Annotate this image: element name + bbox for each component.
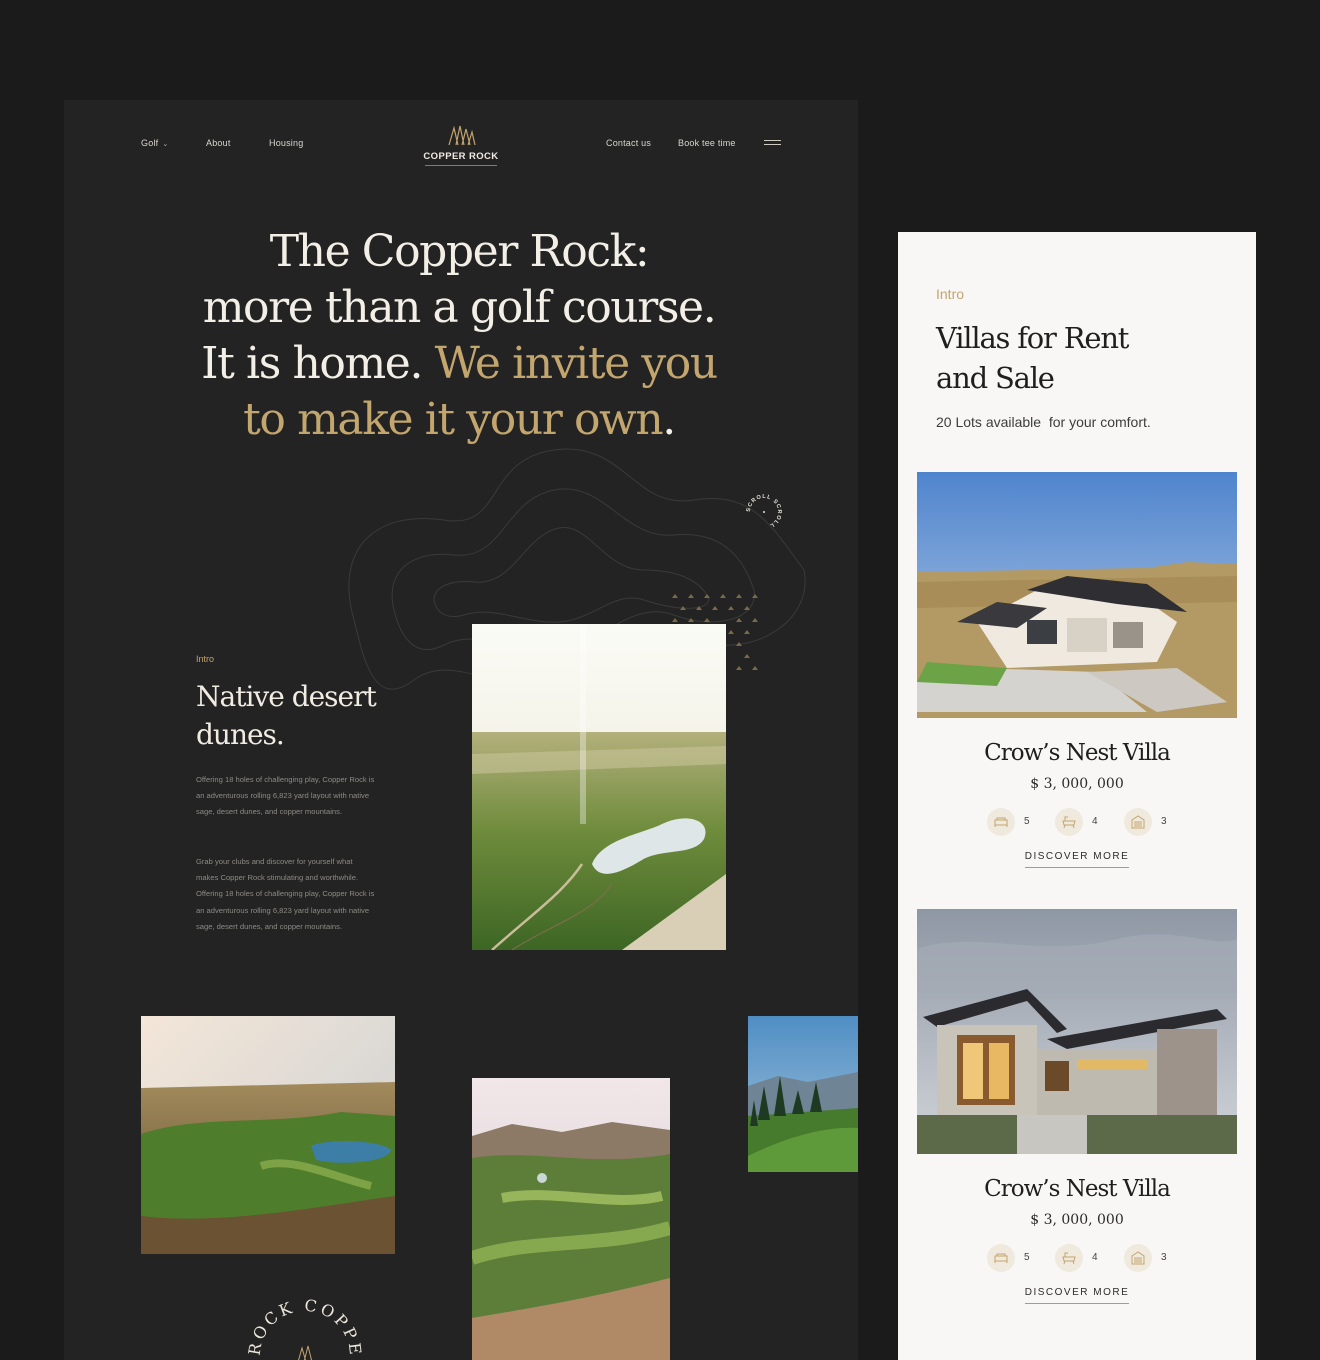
nav-contact[interactable]: Contact us <box>606 138 651 148</box>
villa-card-1-beds: 5 <box>1024 816 1030 827</box>
hero-line-3-white: It is home. <box>201 338 435 389</box>
menu-icon[interactable] <box>764 140 781 146</box>
golf-course-aerial-photo <box>472 624 726 950</box>
hero-line-3: It is home. We invite you <box>144 336 774 392</box>
nav-about[interactable]: About <box>206 138 231 148</box>
intro-label: Intro <box>196 654 215 664</box>
villa-card-2-beds: 5 <box>1024 1252 1030 1263</box>
intro-paragraph-1: Offering 18 holes of challenging play, C… <box>196 775 375 817</box>
nav-golf-label: Golf <box>141 138 159 148</box>
desert-golf-aerial-photo <box>472 1078 670 1360</box>
hero-headline: The Copper Rock: more than a golf course… <box>144 224 774 448</box>
bath-icon <box>1055 1244 1083 1272</box>
bath-icon <box>1055 808 1083 836</box>
mobile-title: Villas for Rent and Sale <box>936 321 1129 395</box>
villa-card-1-title: Crow’s Nest Villa <box>984 740 1171 766</box>
hero-line-3-gold: We invite you <box>434 338 719 389</box>
scroll-badge[interactable]: SCROLL SCROLL <box>744 492 784 532</box>
villa-photo-1 <box>917 472 1237 718</box>
garage-icon <box>1124 1244 1152 1272</box>
garage-icon <box>1124 808 1152 836</box>
logo-icon <box>448 125 476 146</box>
nav-golf[interactable]: Golf ⌄ <box>141 138 168 148</box>
logo-underline <box>425 165 497 166</box>
hero-line-2: more than a golf course. <box>202 282 717 333</box>
villa-card-1-price: $ 3, 000, 000 <box>1030 776 1124 792</box>
villa-card-2-baths: 4 <box>1092 1252 1098 1263</box>
villa-card-2-discover-button[interactable]: DISCOVER MORE <box>898 1287 1256 1304</box>
bed-icon <box>987 1244 1015 1272</box>
hero-line-4-end: . <box>662 394 676 445</box>
hero-line-4: to make it your own. <box>144 392 774 448</box>
brand-logo[interactable]: COPPER ROCK <box>421 124 501 166</box>
hero-line-1: The Copper Rock: <box>269 226 650 277</box>
villa-card-2-garage: 3 <box>1161 1252 1167 1263</box>
chevron-down-icon: ⌄ <box>162 141 169 148</box>
villa-card-2-title: Crow’s Nest Villa <box>984 1176 1171 1202</box>
villa-card-1-discover-label: DISCOVER MORE <box>1024 851 1130 868</box>
nav-housing[interactable]: Housing <box>269 138 303 148</box>
forest-mountain-course-photo <box>748 1016 858 1172</box>
hero-line-4-gold: to make it your own <box>243 394 664 445</box>
sunset-golf-valley-photo <box>141 1016 395 1254</box>
desktop-page: Golf ⌄ About Housing COPPER ROCK Contact … <box>64 100 858 1360</box>
brand-circle-badge: ROCK COPPER <box>240 1296 362 1360</box>
bed-icon <box>987 808 1015 836</box>
villa-card-1-baths: 4 <box>1092 816 1098 827</box>
logo-text: COPPER ROCK <box>423 151 499 162</box>
nav-book-tee-time[interactable]: Book tee time <box>678 138 736 148</box>
villa-card-2-price: $ 3, 000, 000 <box>1030 1212 1124 1228</box>
villa-card-1-discover-button[interactable]: DISCOVER MORE <box>898 851 1256 868</box>
mobile-page: Intro Villas for Rent and Sale 20 Lots a… <box>898 232 1256 1360</box>
intro-title: Native desert dunes. <box>196 680 377 751</box>
villa-card-2-discover-label: DISCOVER MORE <box>1024 1287 1130 1304</box>
villa-card-1-garage: 3 <box>1161 816 1167 827</box>
intro-paragraph-2: Grab your clubs and discover for yoursel… <box>196 857 375 931</box>
mobile-subtitle: 20 Lots available for your comfort. <box>936 414 1151 430</box>
villa-photo-2 <box>917 909 1237 1154</box>
mobile-intro-label: Intro <box>936 286 965 302</box>
